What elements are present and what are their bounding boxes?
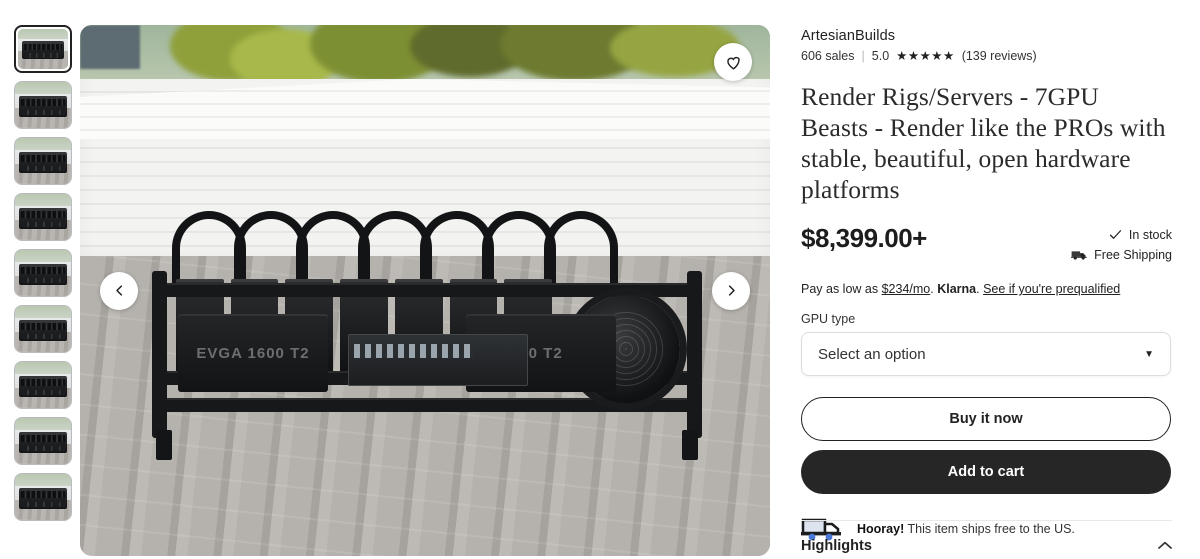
heart-icon[interactable]: [714, 43, 752, 81]
thumbnail-1[interactable]: [14, 25, 72, 73]
thumbnail-6[interactable]: [14, 305, 72, 353]
highlights-label: Highlights: [801, 538, 872, 554]
product-gallery: EVGA 1600 T2 10 T2: [0, 0, 780, 559]
thumbnail-8[interactable]: [14, 417, 72, 465]
status-badge-in-stock: In stock: [1071, 227, 1172, 242]
price-row: $8,399.00+ In stock Free Shipping: [801, 223, 1172, 268]
product-details: ArtesianBuilds 606 sales | 5.0 ★★★★★ (13…: [780, 0, 1200, 559]
in-stock-label: In stock: [1128, 227, 1172, 242]
chevron-right-icon[interactable]: [712, 271, 750, 310]
sales-count: 606 sales: [801, 48, 855, 63]
product-page: EVGA 1600 T2 10 T2 ArtesianBuilds 606 sa: [0, 0, 1200, 559]
status-badges: In stock Free Shipping: [1071, 223, 1172, 268]
main-product-image[interactable]: EVGA 1600 T2 10 T2: [80, 25, 770, 556]
thumbnail-9[interactable]: [14, 473, 72, 521]
add-to-cart-button[interactable]: Add to cart: [801, 450, 1171, 494]
meta-separator: |: [861, 48, 865, 63]
highlights-accordion[interactable]: Highlights: [801, 520, 1172, 559]
product-price: $8,399.00+: [801, 223, 927, 253]
page-title: Render Rigs/Servers - 7GPU Beasts - Rend…: [801, 82, 1166, 204]
gpu-type-select[interactable]: Select an option ▼: [801, 332, 1171, 376]
free-shipping-label: Free Shipping: [1094, 248, 1172, 262]
thumbnail-5[interactable]: [14, 249, 72, 297]
star-rating-icon: ★★★★★: [896, 49, 955, 63]
thumbnail-strip[interactable]: [14, 25, 72, 559]
klarna-brand: Klarna: [937, 282, 977, 296]
buy-now-button[interactable]: Buy it now: [801, 397, 1171, 441]
shop-meta: 606 sales | 5.0 ★★★★★ (139 reviews): [801, 48, 1172, 64]
financing-prefix: Pay as low as: [801, 282, 882, 296]
thumbnail-7[interactable]: [14, 361, 72, 409]
chevron-down-icon: ▼: [1144, 348, 1154, 360]
financing-note: Pay as low as $234/mo. Klarna. See if yo…: [801, 282, 1172, 296]
shop-name[interactable]: ArtesianBuilds: [801, 28, 1172, 44]
delivery-truck-icon: [1071, 251, 1087, 260]
status-badge-free-shipping: Free Shipping: [1071, 248, 1172, 262]
financing-amount-link[interactable]: $234/mo: [882, 282, 931, 296]
thumbnail-3[interactable]: [14, 137, 72, 185]
gpu-rig: EVGA 1600 T2 10 T2: [152, 175, 702, 460]
gpu-type-label: GPU type: [801, 312, 856, 326]
checkmark-icon: [1109, 230, 1122, 239]
motherboard: [348, 334, 528, 386]
thumbnail-4[interactable]: [14, 193, 72, 241]
tree-background: [80, 25, 770, 85]
review-count[interactable]: (139 reviews): [962, 49, 1037, 63]
psu-left-label: EVGA 1600 T2: [178, 314, 328, 392]
prequalify-link[interactable]: See if you're prequalified: [983, 282, 1120, 296]
chevron-up-icon: [1158, 539, 1172, 553]
product-photo: EVGA 1600 T2 10 T2: [80, 25, 770, 556]
chevron-left-icon[interactable]: [100, 271, 138, 310]
rating-value: 5.0: [871, 48, 890, 63]
thumbnail-2[interactable]: [14, 81, 72, 129]
gpu-type-value: Select an option: [818, 345, 926, 363]
gpu-cables: [172, 203, 618, 289]
